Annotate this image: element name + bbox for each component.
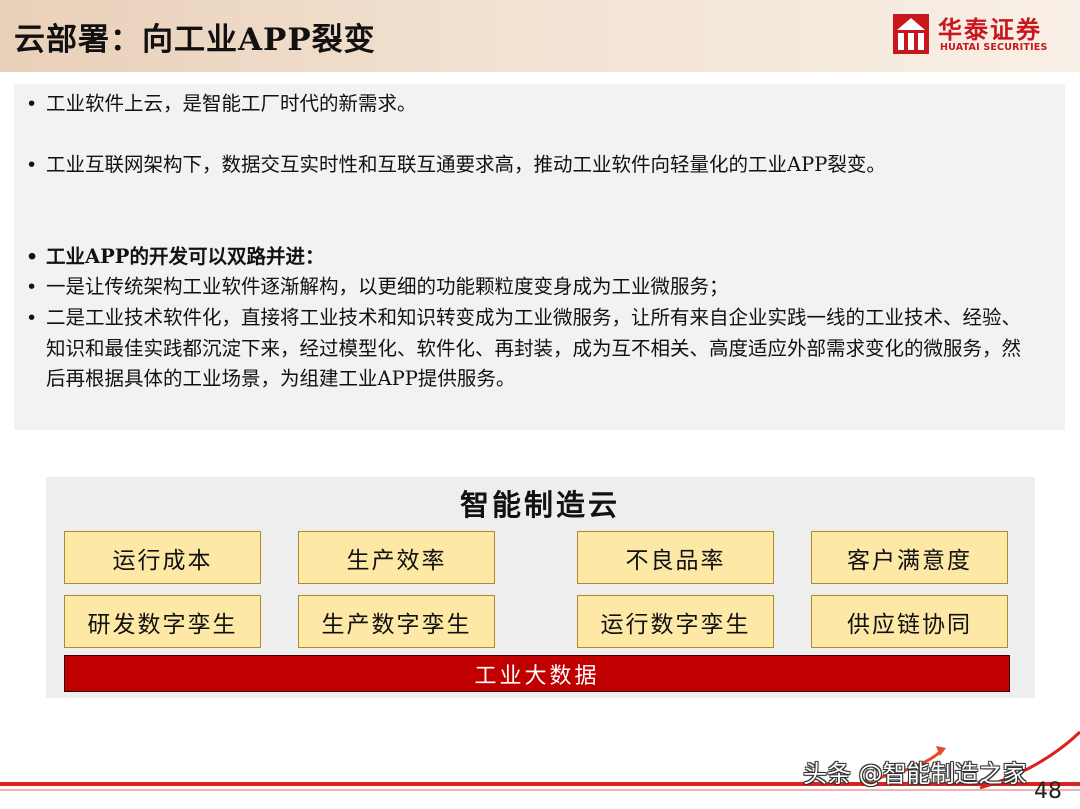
bullet-dot-icon: • [26, 276, 38, 298]
bullet-dot-icon: • [26, 307, 38, 329]
bullet-item: • 工业APP的开发可以双路并进： [26, 242, 1036, 273]
slide-title: 云部署：向工业APP裂变 [14, 22, 376, 58]
twin-box-operation: 运行数字孪生 [577, 595, 774, 648]
box-supply-chain: 供应链协同 [811, 595, 1008, 648]
bullet-item: • 工业互联网架构下，数据交互实时性和互联互通要求高，推动工业软件向轻量化的工业… [26, 150, 1036, 181]
logo-text-cn: 华泰证券 [938, 15, 1042, 44]
bullet-dot-icon: • [26, 154, 38, 176]
bullet-dot-icon: • [26, 246, 39, 268]
footer-line-light [0, 789, 1080, 791]
diagram-title: 智能制造云 [459, 488, 620, 522]
logo-text-en: HUATAI SECURITIES [940, 42, 1048, 53]
metric-box-defect-rate: 不良品率 [577, 531, 774, 584]
twin-box-production: 生产数字孪生 [298, 595, 495, 648]
twin-box-rd: 研发数字孪生 [64, 595, 261, 648]
bullet-text: 二是工业技术软件化，直接将工业技术和知识转变成为工业微服务，让所有来自企业实践一… [46, 306, 1022, 390]
bullet-item: • 工业软件上云，是智能工厂时代的新需求。 [26, 89, 1036, 120]
metric-box-operating-cost: 运行成本 [64, 531, 261, 584]
page-number: 48 [1034, 779, 1062, 804]
industrial-big-data-bar: 工业大数据 [64, 655, 1010, 692]
metric-box-customer-satisfaction: 客户满意度 [811, 531, 1008, 584]
metric-box-production-efficiency: 生产效率 [298, 531, 495, 584]
bullet-text: 工业互联网架构下，数据交互实时性和互联互通要求高，推动工业软件向轻量化的工业AP… [46, 153, 886, 176]
bullet-item: • 一是让传统架构工业软件逐渐解构，以更细的功能颗粒度变身成为工业微服务； [26, 272, 1036, 303]
bullet-item: • 二是工业技术软件化，直接将工业技术和知识转变成为工业微服务，让所有来自企业实… [26, 303, 1036, 395]
watermark: 头条 @智能制造之家 [803, 760, 1027, 788]
huatai-logo-icon [893, 14, 929, 54]
bullet-text: 一是让传统架构工业软件逐渐解构，以更细的功能颗粒度变身成为工业微服务； [46, 275, 729, 298]
bullet-text: 工业软件上云，是智能工厂时代的新需求。 [46, 92, 417, 115]
bullet-dot-icon: • [26, 93, 38, 115]
bullet-text: 工业APP的开发可以双路并进： [46, 245, 325, 268]
